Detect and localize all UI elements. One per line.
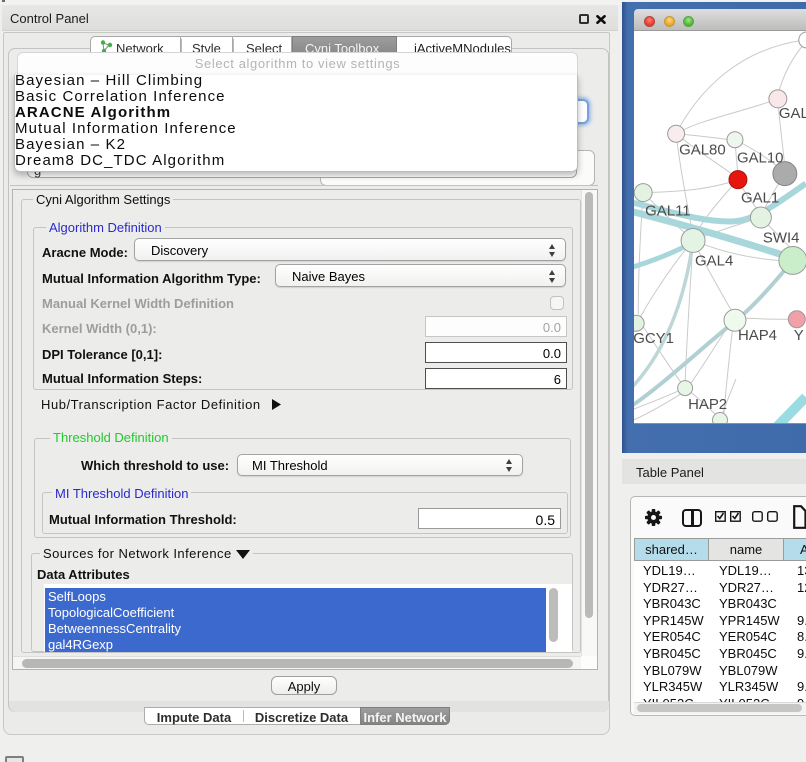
svg-text:HAP2: HAP2 (688, 396, 727, 413)
svg-text:HAP4: HAP4 (738, 327, 777, 344)
svg-text:SWI4: SWI4 (763, 229, 800, 246)
svg-text:GAL11: GAL11 (645, 203, 690, 220)
svg-text:GAL: GAL (779, 105, 806, 122)
svg-text:GAL10: GAL10 (737, 150, 784, 167)
svg-text:GAL80: GAL80 (679, 142, 726, 159)
svg-text:GAL4: GAL4 (695, 252, 733, 269)
svg-text:Y: Y (794, 327, 804, 344)
svg-text:GCY1: GCY1 (634, 330, 674, 347)
svg-text:GAL1: GAL1 (741, 190, 779, 207)
